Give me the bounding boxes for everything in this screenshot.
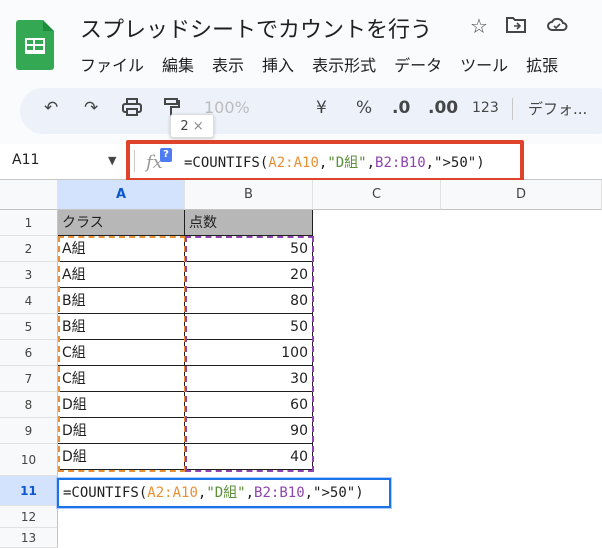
active-cell-editor[interactable]: =COUNTIFS(A2:A10,"D組",B2:B10,">50") <box>57 478 391 508</box>
chevron-down-icon[interactable]: ▼ <box>108 154 116 167</box>
select-all-corner[interactable] <box>0 180 58 210</box>
document-title[interactable]: スプレッドシートでカウントを行う <box>80 12 432 44</box>
row-header[interactable]: 12 <box>0 506 58 528</box>
cloud-status-icon[interactable] <box>546 14 568 38</box>
column-header-c[interactable]: C <box>313 180 441 210</box>
sheets-logo-icon[interactable] <box>16 20 54 70</box>
row-header[interactable]: 6 <box>0 340 58 366</box>
row-header[interactable]: 7 <box>0 366 58 392</box>
row-header[interactable]: 2 <box>0 236 58 262</box>
row-header[interactable]: 10 <box>0 444 58 476</box>
header-cell-score[interactable]: 点数 <box>185 210 313 236</box>
menu-view[interactable]: 表示 <box>212 52 244 76</box>
undo-icon[interactable]: ↶ <box>44 98 58 118</box>
name-box[interactable]: A11 <box>12 152 39 168</box>
column-header-d[interactable]: D <box>441 180 602 210</box>
move-to-folder-icon[interactable] <box>506 14 526 38</box>
close-icon[interactable]: × <box>193 119 204 134</box>
row-header[interactable]: 13 <box>0 528 58 548</box>
column-header-a[interactable]: A <box>58 180 185 210</box>
formula-function: =COUNTIFS( <box>63 485 148 501</box>
row-header[interactable]: 4 <box>0 288 58 314</box>
tooltip: 2 × <box>170 114 214 138</box>
menu-file[interactable]: ファイル <box>80 52 144 76</box>
row-header-active[interactable]: 11 <box>0 476 58 506</box>
currency-format-button[interactable]: ¥ <box>316 98 327 118</box>
formula-range1: A2:A10 <box>147 485 198 501</box>
print-icon[interactable] <box>122 98 142 121</box>
menu-extensions[interactable]: 拡張 <box>526 52 558 76</box>
toolbar-divider <box>512 98 513 120</box>
range-highlight-b <box>185 236 314 472</box>
header-cell-class[interactable]: クラス <box>58 210 185 236</box>
row-header[interactable]: 8 <box>0 392 58 418</box>
menu-insert[interactable]: 挿入 <box>262 52 294 76</box>
column-header-b[interactable]: B <box>185 180 313 210</box>
menu-tools[interactable]: ツール <box>460 52 508 76</box>
formula-end: ,">50") <box>304 485 364 501</box>
menu-data[interactable]: データ <box>394 52 442 76</box>
formula-comma: , <box>245 485 255 501</box>
row-header[interactable]: 5 <box>0 314 58 340</box>
increase-decimal-button[interactable]: .00 <box>428 98 458 118</box>
formula-highlight-box <box>126 140 524 182</box>
menu-bar: ファイル 編集 表示 挿入 表示形式 データ ツール 拡張 <box>80 52 558 76</box>
menu-format[interactable]: 表示形式 <box>312 52 376 76</box>
percent-format-button[interactable]: % <box>356 98 372 118</box>
toolbar <box>20 88 602 134</box>
row-header[interactable]: 1 <box>0 210 58 236</box>
formula-range2: B2:B10 <box>254 485 305 501</box>
star-icon[interactable]: ☆ <box>470 14 488 38</box>
number-format-button[interactable]: 123 <box>472 100 499 116</box>
redo-icon[interactable]: ↷ <box>84 98 98 118</box>
menu-edit[interactable]: 編集 <box>162 52 194 76</box>
font-select[interactable]: デフォ... <box>528 98 587 119</box>
row-header[interactable]: 3 <box>0 262 58 288</box>
decrease-decimal-button[interactable]: .0 <box>392 98 410 118</box>
formula-criteria: "D組" <box>206 485 246 501</box>
row-header[interactable]: 9 <box>0 418 58 444</box>
tooltip-count: 2 <box>180 118 189 134</box>
range-highlight-a <box>58 236 186 472</box>
